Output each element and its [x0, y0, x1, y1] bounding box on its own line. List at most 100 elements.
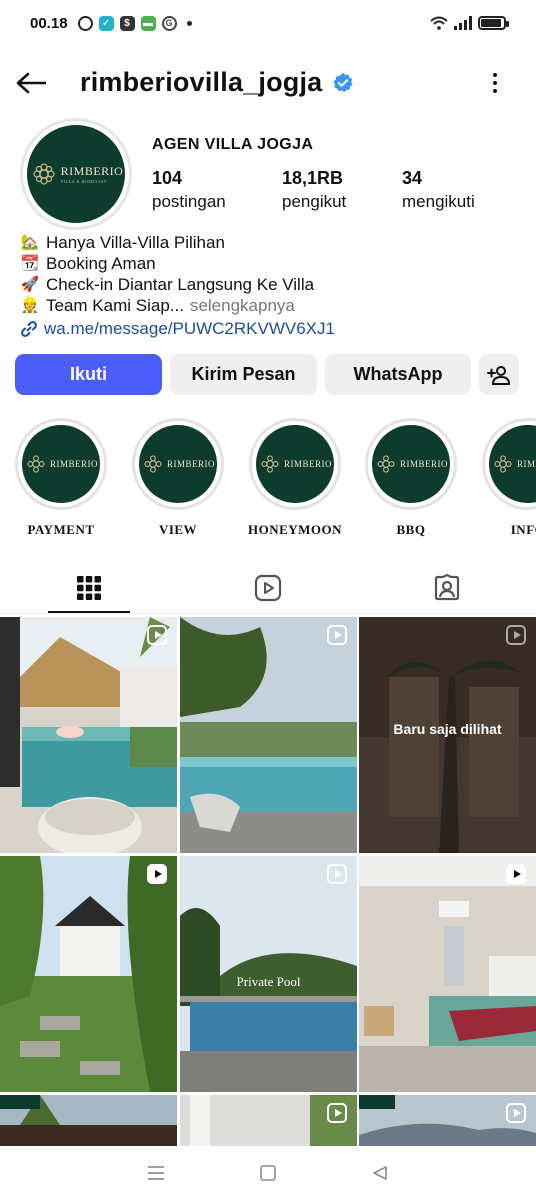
whatsapp-button[interactable]: WhatsApp [325, 354, 471, 395]
highlight-ring: RIMBERIO [482, 418, 536, 510]
highlight-cover: RIMBERIO [372, 425, 450, 503]
logo-text: RIMBERIO [60, 164, 124, 178]
logo-subtext: VILLA & HOMESTAY [60, 179, 108, 184]
reel-indicator-icon [506, 864, 526, 884]
bio-website-link[interactable]: wa.me/message/PUWC2RKVWV6XJ1 [20, 318, 335, 339]
mandala-logo-icon [144, 455, 162, 473]
post-thumbnail[interactable] [359, 856, 536, 1092]
garden-villa-image [0, 856, 177, 1092]
bio-line: 📆 Booking Aman [20, 253, 335, 274]
post-thumbnail[interactable] [180, 617, 357, 853]
signal-icon [454, 16, 472, 30]
highlight-bbq[interactable]: RIMBERIO BBQ [363, 418, 459, 538]
bio-text: Check-in Diantar Langsung Ke Villa [46, 275, 315, 294]
tab-tagged[interactable] [357, 562, 536, 613]
system-indicators [430, 16, 509, 30]
back-button[interactable] [14, 66, 48, 100]
whatsapp-notification-icon [77, 15, 93, 31]
dot-icon [493, 89, 497, 93]
highlight-label: PAYMENT [27, 522, 95, 537]
highlight-ring: RIMBERIO [15, 418, 107, 510]
bedroom-image [359, 856, 536, 1092]
highlight-label: INFO [510, 522, 536, 537]
shop-notification-icon: $ [119, 15, 135, 31]
logo-text: RIMBERIO [166, 459, 215, 469]
reel-indicator-icon [147, 625, 167, 645]
following-stat[interactable]: 34 mengikuti [402, 168, 475, 212]
reel-indicator-icon [327, 1103, 347, 1123]
grid-icon [77, 575, 102, 600]
bio-line: 🏡 Hanya Villa-Villa Pilihan [20, 232, 335, 253]
dot-icon [493, 73, 497, 77]
pool-photo-image [0, 617, 177, 853]
highlight-label: HONEYMOON [247, 522, 343, 537]
post-thumbnail[interactable] [180, 1095, 357, 1147]
bio-more-link[interactable]: selengkapnya [190, 295, 295, 316]
post-thumbnail[interactable] [0, 856, 177, 1092]
profile-display-name: AGEN VILLA JOGJA [152, 136, 314, 153]
calendar-emoji: 📆 [20, 255, 40, 272]
mandala-logo-icon [33, 163, 55, 185]
bio-line: 🚀 Check-in Diantar Langsung Ke Villa [20, 274, 335, 295]
highlight-payment[interactable]: RIMBERIO PAYMENT [13, 418, 109, 538]
reels-icon [254, 574, 282, 601]
message-button[interactable]: Kirim Pesan [170, 354, 317, 395]
worker-emoji: 👷 [20, 297, 40, 314]
highlight-honeymoon[interactable]: RIMBERIO HONEYMOON [247, 418, 343, 538]
tagged-person-icon [434, 573, 459, 600]
highlight-ring: RIMBERIO [132, 418, 224, 510]
logo-text: RIMBERIO [283, 459, 332, 469]
post-thumbnail[interactable]: Private Pool [180, 856, 357, 1092]
brand-logo: RIMBERIO [491, 452, 536, 476]
link-icon [21, 320, 37, 337]
posts-stat[interactable]: 104 postingan [152, 168, 282, 212]
brand-logo: RIMBERIO [24, 452, 98, 476]
profile-stats: 104 postingan 18,1RB pengikut 34 mengiku… [152, 168, 475, 212]
highlight-view[interactable]: RIMBERIO VIEW [130, 418, 226, 538]
highlight-cover: RIMBERIO [22, 425, 100, 503]
mandala-logo-icon [27, 455, 45, 473]
status-bar: 00.18 ✓ $ ▬ G [0, 0, 536, 46]
following-label: mengikuti [402, 192, 475, 211]
post-caption-overlay: Private Pool [236, 974, 301, 989]
followers-stat[interactable]: 18,1RB pengikut [282, 168, 402, 212]
post-thumbnail[interactable] [0, 617, 177, 853]
notification-icons: ✓ $ ▬ G [77, 15, 192, 31]
tab-reels[interactable] [179, 562, 358, 613]
triangle-back-icon [373, 1166, 387, 1180]
profile-avatar[interactable]: RIMBERIO VILLA & HOMESTAY [20, 118, 132, 230]
mandala-logo-icon [377, 455, 395, 473]
profile-bio: 🏡 Hanya Villa-Villa Pilihan 📆 Booking Am… [20, 232, 335, 339]
highlight-cover: RIMBERIO [489, 425, 536, 503]
system-back-button[interactable] [360, 1153, 400, 1193]
infinity-pool-image [180, 617, 357, 853]
posts-count: 104 [152, 168, 183, 188]
tab-posts-grid[interactable] [0, 562, 179, 613]
wifi-icon [430, 16, 448, 30]
home-button[interactable] [248, 1153, 288, 1193]
suggested-users-button[interactable] [479, 354, 519, 395]
highlight-cover: RIMBERIO [139, 425, 217, 503]
brand-logo: RIMBERIO VILLA & HOMESTAY [29, 159, 124, 189]
post-thumbnail[interactable] [0, 1095, 177, 1147]
post-thumbnail[interactable]: Baru saja dilihat [359, 617, 536, 853]
website-url: wa.me/message/PUWC2RKVWV6XJ1 [44, 319, 335, 338]
chat-notification-icon: ▬ [140, 15, 156, 31]
arrow-left-icon [16, 72, 46, 94]
profile-actions: Ikuti Kirim Pesan WhatsApp [15, 354, 519, 395]
verified-badge-icon [333, 72, 354, 92]
highlight-label: VIEW [158, 522, 198, 537]
highlight-info[interactable]: RIMBERIO INFO [480, 418, 536, 538]
follow-button[interactable]: Ikuti [15, 354, 162, 395]
username-text: rimberiovilla_jogja [80, 67, 323, 97]
bio-text: Team Kami Siap... [46, 296, 184, 315]
logo-text: RIMBERIO [49, 459, 98, 469]
clock: 00.18 [30, 14, 68, 32]
highlight-ring: RIMBERIO [365, 418, 457, 510]
story-highlights: RIMBERIO PAYMENT RIMBERIO VIEW RIMBERIO … [0, 418, 536, 538]
followers-label: pengikut [282, 192, 347, 211]
post-thumbnail[interactable] [359, 1095, 536, 1147]
recent-apps-button[interactable] [136, 1153, 176, 1193]
options-menu-button[interactable] [480, 68, 510, 98]
highlight-cover: RIMBERIO [256, 425, 334, 503]
